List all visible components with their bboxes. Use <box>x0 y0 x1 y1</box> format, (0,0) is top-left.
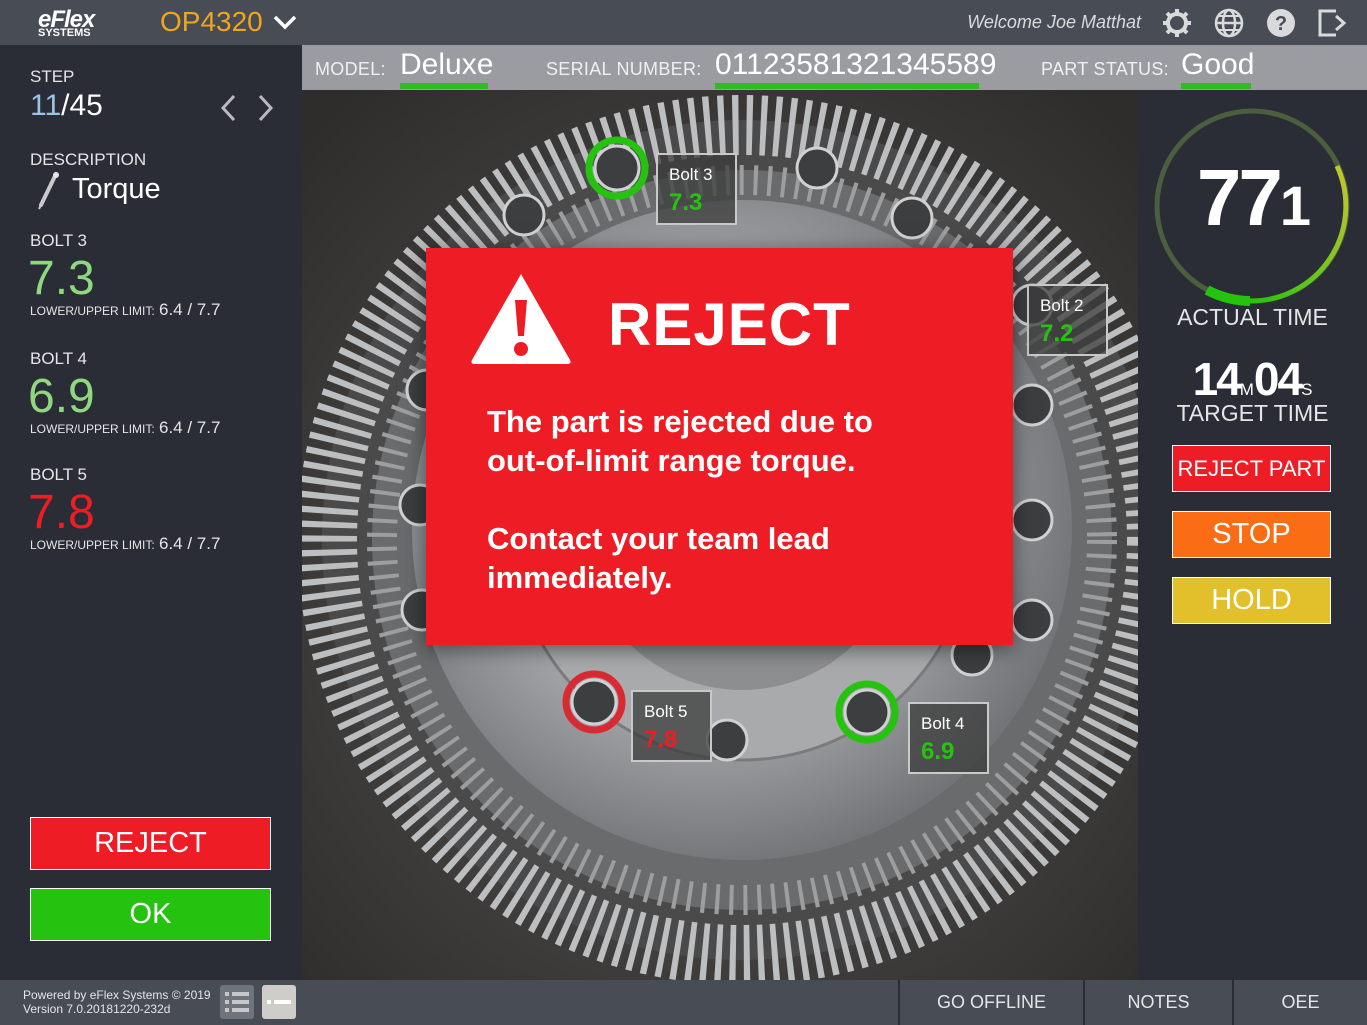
chevron-down-icon[interactable] <box>272 12 298 32</box>
actual-time-fraction: 1 <box>1279 174 1311 237</box>
bolt-label: BOLT 3 <box>30 231 88 250</box>
modal-message-line: out-of-limit range torque. <box>487 443 856 478</box>
welcome-text: Welcome Joe Matthat <box>967 12 1141 32</box>
operation-title[interactable]: OP4320 <box>160 6 263 38</box>
target-time-label: TARGET TIME <box>1176 400 1329 426</box>
copyright-line: Powered by eFlex Systems © 2019 <box>23 988 211 1002</box>
actual-time-label: ACTUAL TIME <box>1177 304 1328 330</box>
reject-part-button[interactable]: REJECT PART <box>1172 445 1331 492</box>
limit-value: 6.4 / 7.7 <box>159 534 221 553</box>
bolt-tag-value: 6.9 <box>921 738 955 765</box>
description-label: DESCRIPTION <box>30 150 147 169</box>
modal-message-line: immediately. <box>487 560 673 595</box>
help-icon[interactable]: ? <box>1265 7 1297 39</box>
bolt-tag[interactable]: Bolt 2 7.2 <box>1027 284 1108 356</box>
model-underline <box>400 83 488 89</box>
timing-panel: 771 ACTUAL TIME 14M04S TARGET TIME REJEC… <box>1138 90 1367 980</box>
minutes-unit: M <box>1239 380 1254 399</box>
bolt-tag-name: Bolt 3 <box>669 165 713 184</box>
chevron-right-icon[interactable] <box>255 93 275 123</box>
bolt-label: BOLT 4 <box>30 349 88 368</box>
bolt-tag[interactable]: Bolt 3 7.3 <box>656 153 737 225</box>
modal-title: REJECT <box>608 291 851 358</box>
target-minutes: 14 <box>1192 353 1242 405</box>
bolt-tag-name: Bolt 2 <box>1040 296 1084 315</box>
step-current: 11 <box>30 89 62 122</box>
serial-value: 01123581321345589 <box>715 48 997 81</box>
bolt-reading: 6.9 <box>28 370 95 423</box>
eflex-logo: eFlex SYSTEMS <box>36 6 136 40</box>
hold-button[interactable]: HOLD <box>1172 577 1331 624</box>
footer-bar: Powered by eFlex Systems © 2019 Version … <box>0 980 1367 1025</box>
powered-by-text: Powered by eFlex Systems © 2019 Version … <box>23 988 211 1016</box>
step-counter: 11/45 <box>30 89 103 123</box>
limit-label: LOWER/UPPER LIMIT: <box>30 304 155 318</box>
bolt-tag[interactable]: Bolt 5 7.8 <box>631 690 712 762</box>
step-panel: STEP 11/45 DESCRIPTION Torque BOLT 3 7.3… <box>0 45 302 980</box>
chevron-left-icon[interactable] <box>219 93 239 123</box>
svg-text:?: ? <box>1275 13 1287 35</box>
bolt-reading: 7.3 <box>28 252 95 305</box>
go-offline-tab[interactable]: GO OFFLINE <box>898 980 1083 1025</box>
ok-button[interactable]: OK <box>30 888 271 941</box>
modal-message-line: Contact your team lead <box>487 521 830 556</box>
part-info-bar: MODEL: Deluxe SERIAL NUMBER: 01123581321… <box>302 45 1367 90</box>
oee-tab[interactable]: OEE <box>1232 980 1367 1025</box>
bolt-tag[interactable]: Bolt 4 6.9 <box>908 702 989 774</box>
model-label: MODEL: <box>315 59 386 79</box>
single-view-icon[interactable] <box>262 985 296 1019</box>
modal-message-line: The part is rejected due to <box>487 404 873 439</box>
description-value: Torque <box>72 173 161 205</box>
serial-underline <box>715 83 979 89</box>
actual-time-value: 771 <box>1138 152 1367 244</box>
seconds-unit: S <box>1301 380 1313 399</box>
target-seconds: 04 <box>1253 353 1303 405</box>
top-bar: eFlex SYSTEMS OP4320 Welcome Joe Matthat <box>0 0 1367 45</box>
step-label: STEP <box>30 67 75 86</box>
target-time-value: 14M04S <box>1138 352 1367 406</box>
settings-icon[interactable] <box>1161 7 1193 39</box>
logo-subtext: SYSTEMS <box>38 27 91 39</box>
bolt-tag-value: 7.2 <box>1040 320 1074 347</box>
bolt-reading: 7.8 <box>28 486 95 539</box>
actual-time-main: 77 <box>1196 153 1283 242</box>
torque-wrench-icon <box>38 172 59 210</box>
version-line: Version 7.0.20181220-232d <box>23 1002 171 1016</box>
warning-icon <box>471 274 571 364</box>
app-root: eFlex SYSTEMS OP4320 Welcome Joe Matthat <box>0 0 1367 1025</box>
model-value: Deluxe <box>400 48 494 81</box>
bolt-tag-name: Bolt 4 <box>921 714 965 733</box>
notes-tab[interactable]: NOTES <box>1083 980 1232 1025</box>
part-status-underline <box>1181 83 1251 89</box>
globe-icon[interactable] <box>1213 7 1245 39</box>
serial-label: SERIAL NUMBER: <box>546 59 702 79</box>
logout-icon[interactable] <box>1316 7 1348 39</box>
bolt-label: BOLT 5 <box>30 465 88 484</box>
bolt-tag-name: Bolt 5 <box>644 702 688 721</box>
list-view-icon[interactable] <box>220 985 254 1019</box>
limit-label: LOWER/UPPER LIMIT: <box>30 538 155 552</box>
bolt-tag-value: 7.3 <box>669 189 703 216</box>
limit-label: LOWER/UPPER LIMIT: <box>30 422 155 436</box>
limit-value: 6.4 / 7.7 <box>159 418 221 437</box>
reject-modal: REJECT The part is rejected due to out-o… <box>426 248 1013 645</box>
limit-value: 6.4 / 7.7 <box>159 300 221 319</box>
part-status-value: Good <box>1181 48 1255 81</box>
part-status-label: PART STATUS: <box>1041 59 1169 79</box>
step-total: /45 <box>61 89 103 122</box>
reject-button[interactable]: REJECT <box>30 817 271 870</box>
bolt-tag-value: 7.8 <box>644 726 678 753</box>
stop-button[interactable]: STOP <box>1172 511 1331 558</box>
